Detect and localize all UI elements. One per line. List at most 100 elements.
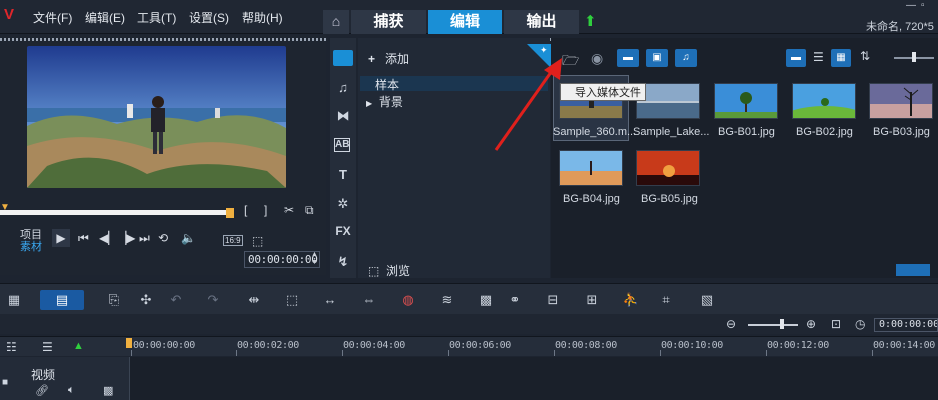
tree-item-samples[interactable]: 样本	[375, 76, 399, 93]
filter-photo-icon[interactable]: ▣	[646, 49, 668, 67]
media-library-button[interactable]	[333, 50, 353, 66]
view-grid-icon[interactable]: ▦	[831, 49, 851, 67]
redo-icon[interactable]: ↷	[203, 292, 223, 308]
ruler-tick-label: 00:00:10:00	[661, 340, 723, 351]
sort-icon[interactable]: ⇅	[860, 49, 870, 63]
thumbnail-bg-b02[interactable]	[792, 83, 856, 119]
motion-icon[interactable]: ⛹	[621, 292, 641, 308]
zoom-slider[interactable]	[748, 324, 798, 326]
track-grid-icon[interactable]: ▩	[103, 384, 113, 397]
volume-icon[interactable]: 🔈	[181, 231, 196, 245]
mask-icon[interactable]: ⚭	[505, 292, 525, 308]
tools-icon[interactable]: ✣	[136, 292, 156, 308]
thumbnail-bg-b03[interactable]	[869, 83, 933, 119]
thumbnail-size-handle[interactable]	[912, 52, 916, 62]
pin-icon: ✦	[540, 45, 548, 55]
track-volume-icon[interactable]: 🔈︎	[68, 384, 75, 397]
thumbnail-label: BG-B03.jpg	[873, 126, 930, 138]
previous-frame-icon[interactable]: ◀▏	[99, 231, 117, 245]
audio-icon[interactable]: ♫	[334, 80, 352, 96]
multicam-icon[interactable]: ⊞	[582, 292, 602, 308]
scrub-bar[interactable]	[0, 210, 232, 215]
next-frame-icon[interactable]: ▕▶	[117, 231, 135, 245]
fit-icon[interactable]: ⇔	[359, 292, 379, 307]
video-track-icon: ■	[2, 377, 9, 388]
text-icon[interactable]: T	[334, 167, 352, 183]
resize-icon[interactable]: ⬚	[252, 234, 263, 248]
title-ab-icon[interactable]: AB	[334, 138, 350, 152]
fx-icon[interactable]: FX	[334, 224, 352, 240]
browse-button[interactable]: ⬚ 浏览	[368, 262, 410, 279]
view-thumbnail-icon[interactable]: ▬	[786, 49, 806, 67]
zoom-out-icon[interactable]: ⊖	[726, 317, 736, 331]
repeat-icon[interactable]: ⟲	[158, 231, 168, 245]
ruler-tick	[236, 350, 237, 356]
tab-capture[interactable]: 捕获	[351, 10, 426, 34]
tree-item-backgrounds[interactable]: ▶ 背景	[366, 93, 403, 110]
color-icon[interactable]: ◍	[398, 292, 418, 308]
split-scissors-icon[interactable]: ✂	[284, 203, 294, 217]
end-icon[interactable]: ⏭	[139, 231, 150, 246]
playhead-marker[interactable]	[126, 338, 132, 348]
chapter-icon[interactable]: ☰	[42, 340, 53, 354]
aspect-ratio-button[interactable]: 16:9	[223, 235, 243, 246]
panel-grip[interactable]	[0, 38, 326, 41]
trim-icon[interactable]: ⇹	[244, 292, 264, 308]
menu-file[interactable]: 文件(F)	[33, 9, 72, 26]
play-button[interactable]: ▶	[52, 229, 70, 247]
minimize-icon[interactable]: —	[906, 0, 916, 11]
menu-settings[interactable]: 设置(S)	[189, 9, 229, 26]
scrub-start-handle[interactable]: ▼	[0, 202, 10, 213]
zoom-slider-handle[interactable]	[780, 319, 784, 329]
view-list-icon[interactable]: ☰	[813, 50, 824, 64]
mark-in-button[interactable]: [	[244, 203, 247, 217]
timecode-stepper-icon[interactable]: ▲ ▼	[311, 251, 318, 267]
menu-tools[interactable]: 工具(T)	[137, 9, 176, 26]
scrub-end-handle[interactable]	[226, 208, 234, 218]
copy-icon[interactable]: ⎘	[104, 292, 124, 308]
transition-icon[interactable]: ⧓	[334, 108, 352, 124]
mark-out-button[interactable]: ]	[264, 203, 267, 217]
track-manager-icon[interactable]: ☷	[6, 340, 17, 354]
enlarge-icon[interactable]: ⧉	[305, 203, 314, 218]
ruler-tick-label: 00:00:02:00	[237, 340, 299, 351]
upload-arrow-icon[interactable]: ⬆	[584, 12, 597, 30]
library-options-button[interactable]	[896, 264, 930, 276]
audio-wave-icon[interactable]: ≋	[437, 292, 457, 308]
home-button[interactable]: ⌂	[323, 10, 349, 34]
thumbnail-bg-b01[interactable]	[714, 83, 778, 119]
menu-help[interactable]: 帮助(H)	[242, 9, 283, 26]
storyboard-view-icon[interactable]: ▦	[4, 292, 24, 308]
track-name[interactable]: 视频	[31, 366, 55, 383]
maximize-icon[interactable]: ▫	[921, 0, 925, 11]
thumbnail-bg-b05[interactable]	[636, 150, 700, 186]
player-timecode[interactable]: 00:00:00:00	[244, 251, 320, 268]
tab-share[interactable]: 输出	[504, 10, 579, 34]
filter-video-icon[interactable]: ▬	[617, 49, 639, 67]
graphics-icon[interactable]: ✲	[334, 196, 352, 212]
fit-project-icon[interactable]: ⊡	[831, 317, 841, 331]
home-start-icon[interactable]: ⏮	[78, 231, 89, 246]
path-icon[interactable]: ↯	[334, 254, 352, 270]
thumbnail-label: BG-B04.jpg	[563, 193, 620, 205]
add-marker-icon[interactable]: ▲	[73, 340, 84, 352]
screen-record-icon[interactable]: ▧	[697, 292, 717, 308]
add-folder-button[interactable]: + 添加	[368, 50, 409, 67]
zoom-in-icon[interactable]: ⊕	[806, 317, 816, 331]
ruler-tick	[872, 350, 873, 356]
clip-mode-label[interactable]: 素材	[20, 238, 42, 254]
menu-edit[interactable]: 编辑(E)	[85, 9, 125, 26]
subtitle-icon[interactable]: ⊟	[543, 292, 563, 308]
capture-disc-icon[interactable]: ◉	[591, 50, 603, 67]
link-icon[interactable]: 🔗︎	[35, 384, 49, 397]
timeline-timecode[interactable]: 0:00:00:00	[874, 318, 938, 332]
project-info: 未命名, 720*5	[866, 21, 934, 33]
crop-icon[interactable]: ⬚	[282, 292, 302, 308]
tab-edit[interactable]: 编辑	[428, 10, 502, 34]
undo-icon[interactable]: ↶	[166, 292, 186, 308]
tracking-icon[interactable]: ⌗	[656, 292, 676, 308]
stretch-icon[interactable]: ↔	[320, 292, 340, 307]
video-track[interactable]	[0, 357, 938, 400]
filter-audio-icon[interactable]: ♫	[675, 49, 697, 67]
split-screen-icon[interactable]: ▩	[476, 292, 496, 308]
